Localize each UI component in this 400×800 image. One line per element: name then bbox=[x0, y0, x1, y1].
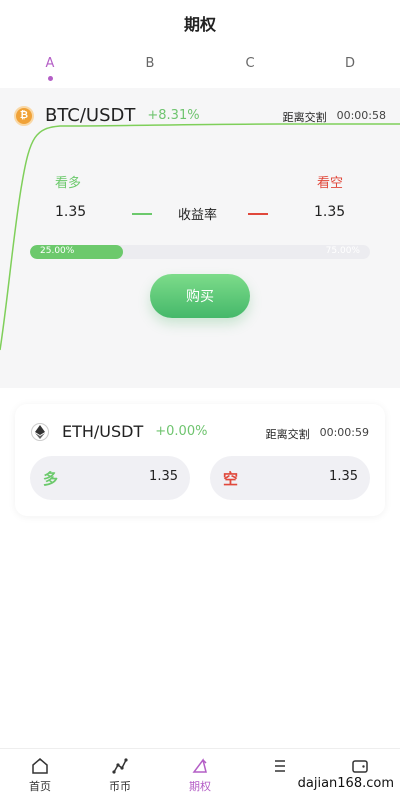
put-odds: 1.35 bbox=[314, 204, 346, 220]
header: 期权 bbox=[0, 0, 400, 46]
bottom-nav: 首页 币币 期权 bbox=[0, 748, 400, 800]
page-title: 期权 bbox=[183, 15, 216, 34]
buy-button[interactable]: 购买 bbox=[150, 274, 250, 318]
btc-option-panel: ₿ BTC/USDT +8.31% 距离交割 00:00:58 看多 看空 1.… bbox=[0, 88, 400, 388]
nav-label: 首页 bbox=[29, 780, 51, 793]
settle-label: 距离交割 bbox=[265, 428, 310, 441]
nav-label: 币币 bbox=[109, 780, 131, 793]
options-icon bbox=[192, 758, 207, 773]
tab-d[interactable]: D bbox=[330, 56, 370, 71]
nav-options[interactable]: 期权 bbox=[170, 757, 230, 794]
tab-c[interactable]: C bbox=[230, 56, 270, 71]
settle-countdown: 距离交割 00:00:59 bbox=[266, 426, 369, 442]
eth-option-card: ETH/USDT +0.00% 距离交割 00:00:59 多 1.35 空 1… bbox=[15, 404, 385, 516]
countdown-time: 00:00:58 bbox=[336, 109, 386, 122]
progress-right-label: 75.00% bbox=[325, 246, 360, 256]
pair-name: ETH/USDT bbox=[62, 422, 144, 441]
ethereum-icon bbox=[31, 422, 49, 441]
pair-name: BTC/USDT bbox=[45, 105, 136, 126]
ratio-progress-bar: 25.00% 75.00% bbox=[30, 245, 370, 259]
price-curve bbox=[0, 123, 400, 351]
nav-home[interactable]: 首页 bbox=[10, 757, 70, 794]
tab-label: C bbox=[245, 56, 255, 71]
tab-label: A bbox=[45, 56, 55, 71]
rate-label: 收益率 bbox=[178, 208, 218, 223]
active-tab-dot bbox=[47, 76, 53, 81]
wallet-icon bbox=[352, 760, 368, 773]
home-icon bbox=[32, 758, 48, 774]
nav-coin[interactable]: 币币 bbox=[90, 757, 150, 794]
long-button[interactable]: 多 1.35 bbox=[30, 456, 190, 500]
tab-label: B bbox=[145, 56, 155, 71]
settle-label: 距离交割 bbox=[282, 111, 327, 124]
nav-label: 期权 bbox=[189, 780, 211, 793]
short-label: 空 bbox=[223, 470, 239, 488]
tab-a[interactable]: A bbox=[30, 56, 70, 81]
bitcoin-icon: ₿ bbox=[14, 105, 34, 126]
eth-pair-row: ETH/USDT +0.00% bbox=[31, 422, 207, 441]
tab-label: D bbox=[344, 56, 355, 71]
odds-row: 1.35 收益率 1.35 bbox=[0, 204, 400, 226]
watermark: dajian168.com bbox=[291, 775, 400, 792]
list-icon bbox=[275, 760, 285, 772]
tab-b[interactable]: B bbox=[130, 56, 170, 71]
short-odds: 1.35 bbox=[329, 469, 358, 484]
chart-icon bbox=[112, 758, 128, 774]
settle-countdown: 距离交割 00:00:58 bbox=[283, 109, 386, 125]
countdown-time: 00:00:59 bbox=[319, 426, 369, 439]
tab-bar: A B C D bbox=[0, 56, 400, 88]
call-odds: 1.35 bbox=[55, 204, 87, 220]
progress-left-label: 25.00% bbox=[40, 246, 75, 256]
put-indicator-line bbox=[248, 213, 268, 215]
short-button[interactable]: 空 1.35 bbox=[210, 456, 370, 500]
call-label: 看多 bbox=[55, 176, 82, 191]
long-odds: 1.35 bbox=[149, 469, 178, 484]
long-label: 多 bbox=[43, 470, 59, 488]
put-label: 看空 bbox=[317, 176, 344, 191]
price-change: +8.31% bbox=[147, 108, 200, 123]
price-change: +0.00% bbox=[155, 424, 208, 439]
btc-pair-row: ₿ BTC/USDT +8.31% bbox=[14, 105, 200, 126]
call-indicator-line bbox=[132, 213, 152, 215]
